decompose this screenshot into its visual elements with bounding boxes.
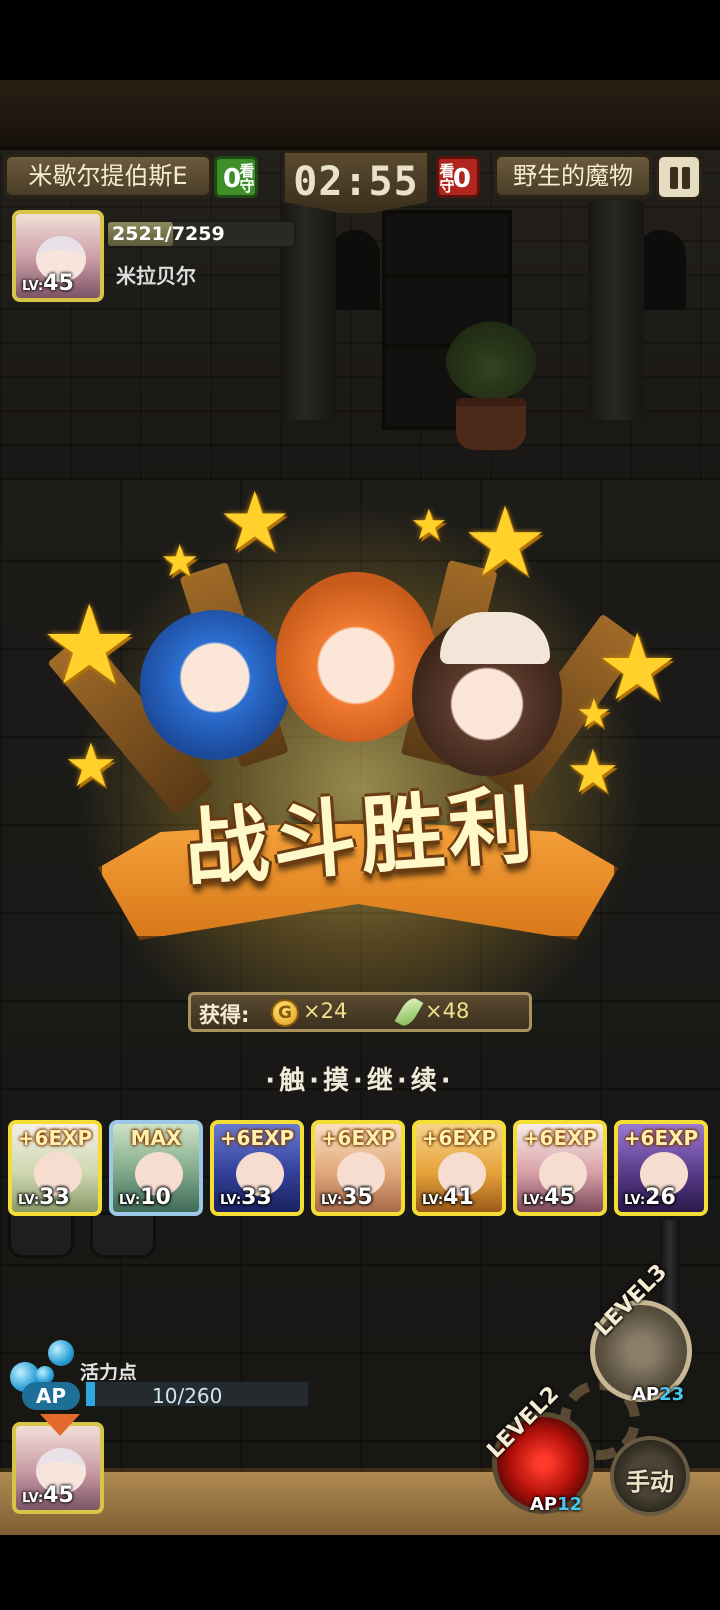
bottom-leader-portrait[interactable]: LV:45 — [12, 1422, 104, 1514]
orange-haired-chibi — [276, 572, 436, 742]
team-member-card[interactable]: +6EXP LV:45 — [513, 1120, 607, 1216]
member-level: LV:35 — [321, 1185, 373, 1210]
leader-name: 米拉贝尔 — [116, 264, 196, 288]
team-exp-row: +6EXP LV:33 MAX LV:10 +6EXP LV:33 +6EXP LV:35 +6… — [8, 1120, 712, 1216]
leader-portrait[interactable]: LV:45 — [12, 210, 104, 302]
star-icon: ★ — [218, 475, 292, 570]
leader-hp-bar: 2521/7259 — [106, 220, 296, 248]
skill-3-ap: AP23 — [632, 1384, 685, 1405]
left-team-name: 米歇尔提伯斯E — [4, 154, 212, 198]
touch-to-continue[interactable]: ·触·摸·继·续· — [220, 1060, 500, 1097]
right-score: 看守 0 — [436, 156, 480, 198]
ap-value: 10/260 — [152, 1384, 223, 1408]
right-team-name: 野生的魔物 — [494, 154, 652, 198]
feather-amount: ×48 — [425, 999, 470, 1023]
right-guard-label: 看守 — [439, 162, 455, 195]
star-icon: ★ — [160, 536, 200, 587]
star-icon: ★ — [566, 737, 620, 807]
member-level: LV:26 — [624, 1185, 676, 1210]
member-exp-gain: MAX — [130, 1126, 182, 1150]
star-icon: ★ — [40, 581, 139, 709]
ap-bubble-icon — [48, 1340, 74, 1366]
member-exp-gain: +6EXP — [421, 1126, 497, 1150]
team-member-card[interactable]: +6EXP LV:33 — [210, 1120, 304, 1216]
star-icon: ★ — [576, 691, 612, 737]
member-level: LV:33 — [18, 1185, 70, 1210]
reward-panel: 获得: G ×24 ×48 — [188, 992, 532, 1032]
ap-tag: AP — [22, 1382, 80, 1410]
member-level: LV:10 — [119, 1185, 171, 1210]
team-member-card[interactable]: +6EXP LV:33 — [8, 1120, 102, 1216]
member-level: LV:41 — [422, 1185, 474, 1210]
ap-fill — [86, 1382, 95, 1406]
blue-haired-chibi — [140, 610, 290, 760]
member-exp-gain: +6EXP — [623, 1126, 699, 1150]
leader-hp-text: 2521/7259 — [112, 223, 225, 245]
gold-coin-icon: G — [271, 999, 299, 1027]
pause-button[interactable] — [656, 154, 702, 200]
member-exp-gain: +6EXP — [320, 1126, 396, 1150]
team-member-card[interactable]: +6EXP LV:41 — [412, 1120, 506, 1216]
feather-icon — [394, 995, 424, 1029]
team-member-card[interactable]: +6EXP LV:35 — [311, 1120, 405, 1216]
leader-level: LV:45 — [22, 271, 74, 296]
bottom-letterbox — [0, 1535, 720, 1610]
member-exp-gain: +6EXP — [522, 1126, 598, 1150]
star-icon: ★ — [410, 500, 448, 549]
member-level: LV:33 — [220, 1185, 272, 1210]
member-level: LV:45 — [523, 1185, 575, 1210]
reward-label: 获得: — [199, 1003, 250, 1027]
member-exp-gain: +6EXP — [219, 1126, 295, 1150]
star-icon: ★ — [64, 731, 118, 801]
gold-amount: ×24 — [303, 999, 348, 1023]
top-letterbox — [0, 0, 720, 80]
team-member-card[interactable]: +6EXP LV:26 — [614, 1120, 708, 1216]
star-icon: ★ — [462, 486, 549, 598]
ap-bar: 10/260 — [84, 1380, 310, 1408]
member-exp-gain: +6EXP — [17, 1126, 93, 1150]
manual-label: 手动 — [626, 1468, 674, 1496]
left-guard-label: 看守 — [239, 162, 255, 195]
skill-2-ap: AP12 — [530, 1494, 583, 1515]
left-score: 0 看守 — [214, 156, 258, 198]
bottom-leader-level: LV:45 — [22, 1483, 74, 1508]
team-member-card[interactable]: MAX LV:10 — [109, 1120, 203, 1216]
